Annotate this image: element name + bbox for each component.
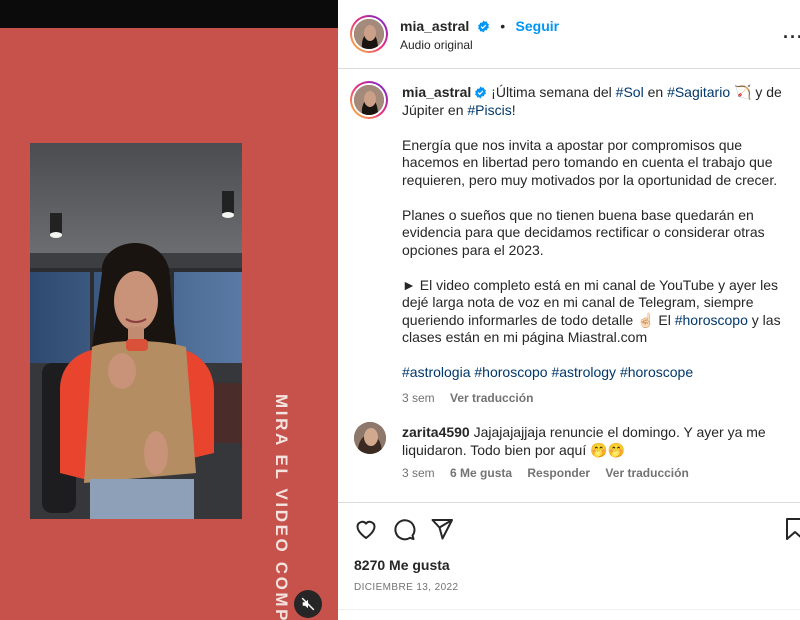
divider	[338, 609, 800, 610]
commenter-username[interactable]: zarita4590	[402, 424, 470, 440]
media-vertical-caption: MIRA EL VIDEO COMP	[272, 394, 291, 620]
comment-likes[interactable]: 6 Me gusta	[450, 466, 512, 480]
verified-badge-icon	[477, 20, 489, 33]
comment-reply-button[interactable]: Responder	[527, 466, 590, 480]
caption-meta: 3 sem Ver traducción	[402, 390, 800, 408]
comment-meta: 3 sem 6 Me gusta Responder Ver traducció…	[402, 466, 701, 480]
pointing-hand-emoji: ☝🏻	[637, 311, 655, 328]
author-avatar-image	[354, 19, 384, 49]
caption-username[interactable]: mia_astral	[402, 84, 471, 100]
caption-text-segment: El	[654, 311, 675, 328]
hashtag-piscis[interactable]: #Piscis	[467, 102, 511, 118]
like-count[interactable]: 8270 Me gusta	[354, 557, 450, 573]
comment-translate-link[interactable]: Ver traducción	[605, 466, 688, 480]
heart-icon[interactable]	[354, 517, 378, 541]
author-avatar[interactable]	[350, 15, 388, 53]
caption-avatar[interactable]	[350, 81, 388, 119]
hashtag-list: #astrologia #horoscopo #astrology #horos…	[402, 364, 800, 382]
caption-paragraph-2: Energía que nos invita a apostar por com…	[402, 136, 778, 188]
hashtag-sol[interactable]: #Sol	[616, 84, 644, 100]
author-username[interactable]: mia_astral	[400, 18, 469, 34]
hashtag-horoscope[interactable]: #horoscope	[620, 364, 693, 380]
media-top-bar	[0, 0, 338, 28]
caption-text: mia_astral ¡Última semana del #Sol en #S…	[402, 84, 800, 407]
caption-text-segment: en	[643, 84, 668, 100]
video-scene-illustration	[30, 143, 242, 519]
hashtag-astrology[interactable]: #astrology	[551, 364, 616, 380]
commenter-avatar-image	[354, 422, 386, 454]
caption-paragraph-1: mia_astral ¡Última semana del #Sol en #S…	[402, 84, 800, 119]
audio-label[interactable]: Audio original	[400, 38, 473, 52]
caption-text-segment: !	[511, 101, 516, 118]
comment-icon[interactable]	[392, 517, 416, 541]
caption-section: mia_astral ¡Última semana del #Sol en #S…	[338, 70, 800, 502]
mute-button[interactable]	[294, 590, 322, 618]
caption-text-segment: ¡Última semana del	[491, 84, 616, 100]
verified-badge-icon	[475, 86, 487, 99]
caption-paragraph-3: Planes o sueños que no tienen buena base…	[402, 206, 765, 258]
separator-dot: •	[500, 18, 506, 34]
comment-timestamp[interactable]: 3 sem	[402, 466, 435, 480]
post-actions: 8270 Me gusta DICIEMBRE 13, 2022	[338, 502, 800, 620]
caption-avatar-image	[354, 85, 384, 115]
hashtag-astrologia[interactable]: #astrologia	[402, 364, 471, 380]
bow-arrow-emoji: 🏹	[734, 84, 752, 100]
mute-icon	[301, 597, 315, 611]
hashtag-horoscopo[interactable]: #horoscopo	[474, 364, 547, 380]
caption-translate-link[interactable]: Ver traducción	[450, 391, 533, 405]
caption-paragraph-4: ► El video completo está en mi canal de …	[402, 277, 800, 347]
follow-button[interactable]: Seguir	[516, 18, 560, 34]
more-options-icon[interactable]: ···	[783, 27, 800, 48]
comment-body: zarita4590 Jajajajajjaja renuncie el dom…	[402, 424, 800, 459]
caption-timestamp[interactable]: 3 sem	[402, 391, 435, 405]
share-icon[interactable]	[430, 517, 454, 541]
bookmark-icon[interactable]	[784, 517, 800, 541]
post-header: mia_astral • Seguir Audio original ···	[338, 0, 800, 69]
video-thumbnail[interactable]	[30, 143, 242, 519]
hashtag-horoscopo[interactable]: #horoscopo	[675, 312, 748, 328]
post-date[interactable]: DICIEMBRE 13, 2022	[354, 582, 458, 593]
hashtag-sagitario[interactable]: #Sagitario	[667, 84, 730, 100]
commenter-avatar[interactable]	[354, 422, 386, 454]
post-media[interactable]: MIRA EL VIDEO COMP	[0, 0, 338, 620]
post-details-panel: mia_astral • Seguir Audio original ···	[338, 0, 800, 620]
